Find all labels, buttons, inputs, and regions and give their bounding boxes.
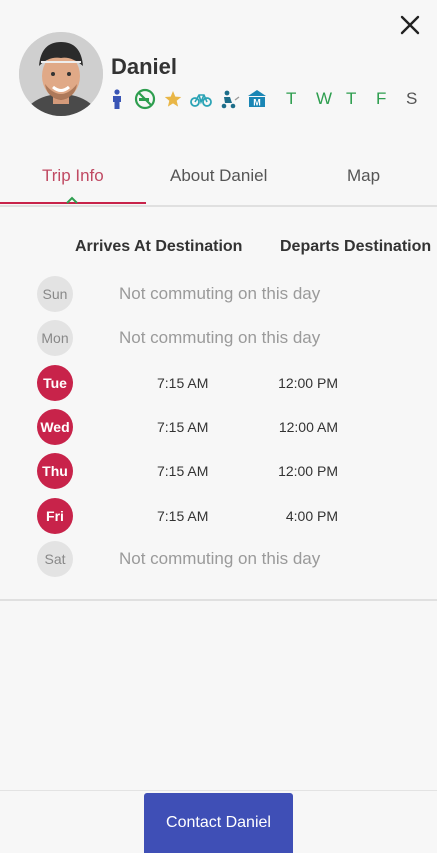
day-badge: Fri [37, 498, 73, 534]
schedule-row-mon: Mon Not commuting on this day [0, 320, 437, 356]
day-letter-thu: T [346, 89, 357, 108]
day-letter-fri: F [376, 89, 387, 108]
tabs-divider [0, 205, 437, 207]
commute-days: T W T F S [286, 89, 436, 109]
departure-time: 4:00 PM [285, 508, 338, 524]
not-commuting-text: Not commuting on this day [119, 284, 321, 303]
schedule-row-tue: Tue 7:15 AM 12:00 PM [0, 365, 437, 401]
arrival-time: 7:15 AM [157, 463, 209, 479]
bicycle-icon [190, 88, 212, 110]
day-letter-wed: W [316, 89, 333, 108]
departure-time: 12:00 AM [278, 419, 338, 435]
arrival-time: 7:15 AM [157, 375, 209, 391]
day-badge: Mon [37, 320, 73, 356]
contact-button[interactable]: Contact Daniel [144, 793, 293, 853]
person-icon [106, 88, 128, 110]
arrival-time: 7:15 AM [157, 508, 209, 524]
schedule-row-thu: Thu 7:15 AM 12:00 PM [0, 453, 437, 489]
schedule-divider [0, 599, 437, 601]
no-smoking-icon [134, 88, 156, 110]
profile-name: Daniel [111, 54, 178, 79]
svg-text:M: M [253, 98, 261, 108]
day-badge: Sun [37, 276, 73, 312]
scooter-icon [218, 88, 240, 110]
departure-time: 12:00 PM [278, 463, 338, 479]
day-badge: Thu [37, 453, 73, 489]
metro-icon: M [246, 88, 268, 110]
tab-map[interactable]: Map [347, 166, 380, 186]
schedule-row-fri: Fri 7:15 AM 4:00 PM [0, 498, 437, 534]
day-badge: Tue [37, 365, 73, 401]
schedule-row-sun: Sun Not commuting on this day [0, 276, 437, 312]
day-letter-tue: T [286, 89, 297, 108]
arrival-time: 7:15 AM [157, 419, 209, 435]
profile-badges: M T W T F S [106, 88, 436, 110]
day-letter-sat: S [406, 89, 418, 108]
tab-about[interactable]: About Daniel [170, 166, 267, 186]
day-badge: Sat [37, 541, 73, 577]
not-commuting-text: Not commuting on this day [119, 328, 321, 347]
active-tab-caret-icon [66, 196, 78, 204]
schedule-row-wed: Wed 7:15 AM 12:00 AM [0, 409, 437, 445]
tab-bar: Trip Info About Daniel Map [0, 150, 437, 207]
header-departs: Departs Destination [280, 238, 432, 255]
tab-trip-info[interactable]: Trip Info [42, 166, 104, 186]
close-icon[interactable] [397, 12, 423, 38]
schedule-row-sat: Sat Not commuting on this day [0, 541, 437, 577]
star-icon [162, 88, 184, 110]
header-arrives: Arrives At Destination [75, 238, 243, 255]
avatar [19, 32, 103, 116]
not-commuting-text: Not commuting on this day [119, 549, 321, 568]
day-badge: Wed [37, 409, 73, 445]
footer-divider [0, 790, 437, 791]
departure-time: 12:00 PM [278, 375, 338, 391]
